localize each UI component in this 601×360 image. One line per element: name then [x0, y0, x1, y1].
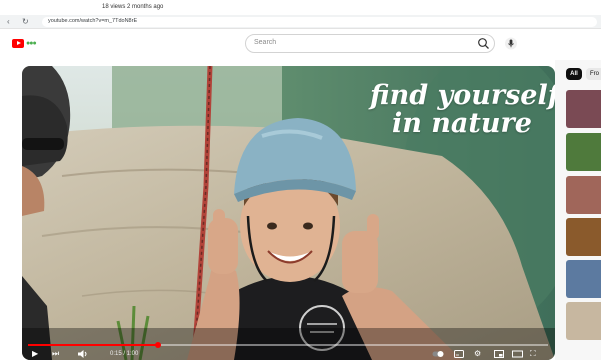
filter-chip-all[interactable]: All	[566, 68, 582, 80]
reload-button[interactable]: ↻	[22, 17, 29, 27]
time-display: 0:15 / 1:00	[110, 351, 139, 357]
recommended-video-thumbnail[interactable]	[566, 90, 601, 128]
progress-scrubber[interactable]	[155, 342, 161, 348]
overlay-title-line2: in nature	[392, 108, 532, 139]
recommended-video-thumbnail[interactable]	[566, 133, 601, 171]
subtitles-icon[interactable]	[454, 349, 464, 359]
recommended-video-thumbnail[interactable]	[566, 302, 601, 340]
filter-chip-next[interactable]: Fro	[586, 68, 601, 80]
mic-icon[interactable]	[505, 37, 517, 50]
miniplayer-icon[interactable]	[494, 349, 504, 359]
youtube-logo-icon	[12, 39, 24, 48]
next-button[interactable]: ⏭	[52, 349, 59, 359]
overlay-title-line1: find yourself	[370, 80, 555, 111]
settings-button[interactable]: ⚙	[474, 349, 481, 359]
search-input[interactable]: Search	[245, 34, 495, 53]
theater-mode-icon[interactable]	[512, 349, 523, 359]
video-player[interactable]: find yourself in nature ▶ ⏭ 0:15 / 1:00 …	[22, 66, 555, 360]
browser-tab-strip: 18 views 2 months ago	[0, 0, 601, 16]
url-text: youtube.com/watch?v=m_7TdoN8rE	[48, 18, 138, 24]
search-placeholder: Search	[254, 39, 277, 46]
back-button[interactable]: ‹	[7, 17, 10, 27]
logo-dots: ●●●	[26, 40, 37, 47]
fullscreen-button[interactable]: ⛶	[530, 349, 536, 359]
recommended-video-thumbnail[interactable]	[566, 218, 601, 256]
search-icon[interactable]	[477, 37, 490, 50]
autoplay-toggle-icon[interactable]	[432, 349, 444, 359]
view-count-text: 18 views 2 months ago	[102, 4, 164, 10]
recommended-video-thumbnail[interactable]	[566, 176, 601, 214]
volume-icon[interactable]	[77, 349, 89, 359]
play-button[interactable]: ▶	[32, 349, 38, 359]
video-progress-bar[interactable]	[28, 342, 548, 348]
url-field[interactable]: youtube.com/watch?v=m_7TdoN8rE	[42, 17, 597, 27]
progress-fill	[28, 344, 158, 346]
address-bar-row: ‹ ↻ youtube.com/watch?v=m_7TdoN8rE	[0, 15, 601, 29]
video-overlay-title: find yourself in nature	[370, 80, 555, 139]
youtube-logo[interactable]: ●●●	[12, 39, 46, 48]
recommended-video-thumbnail[interactable]	[566, 260, 601, 298]
